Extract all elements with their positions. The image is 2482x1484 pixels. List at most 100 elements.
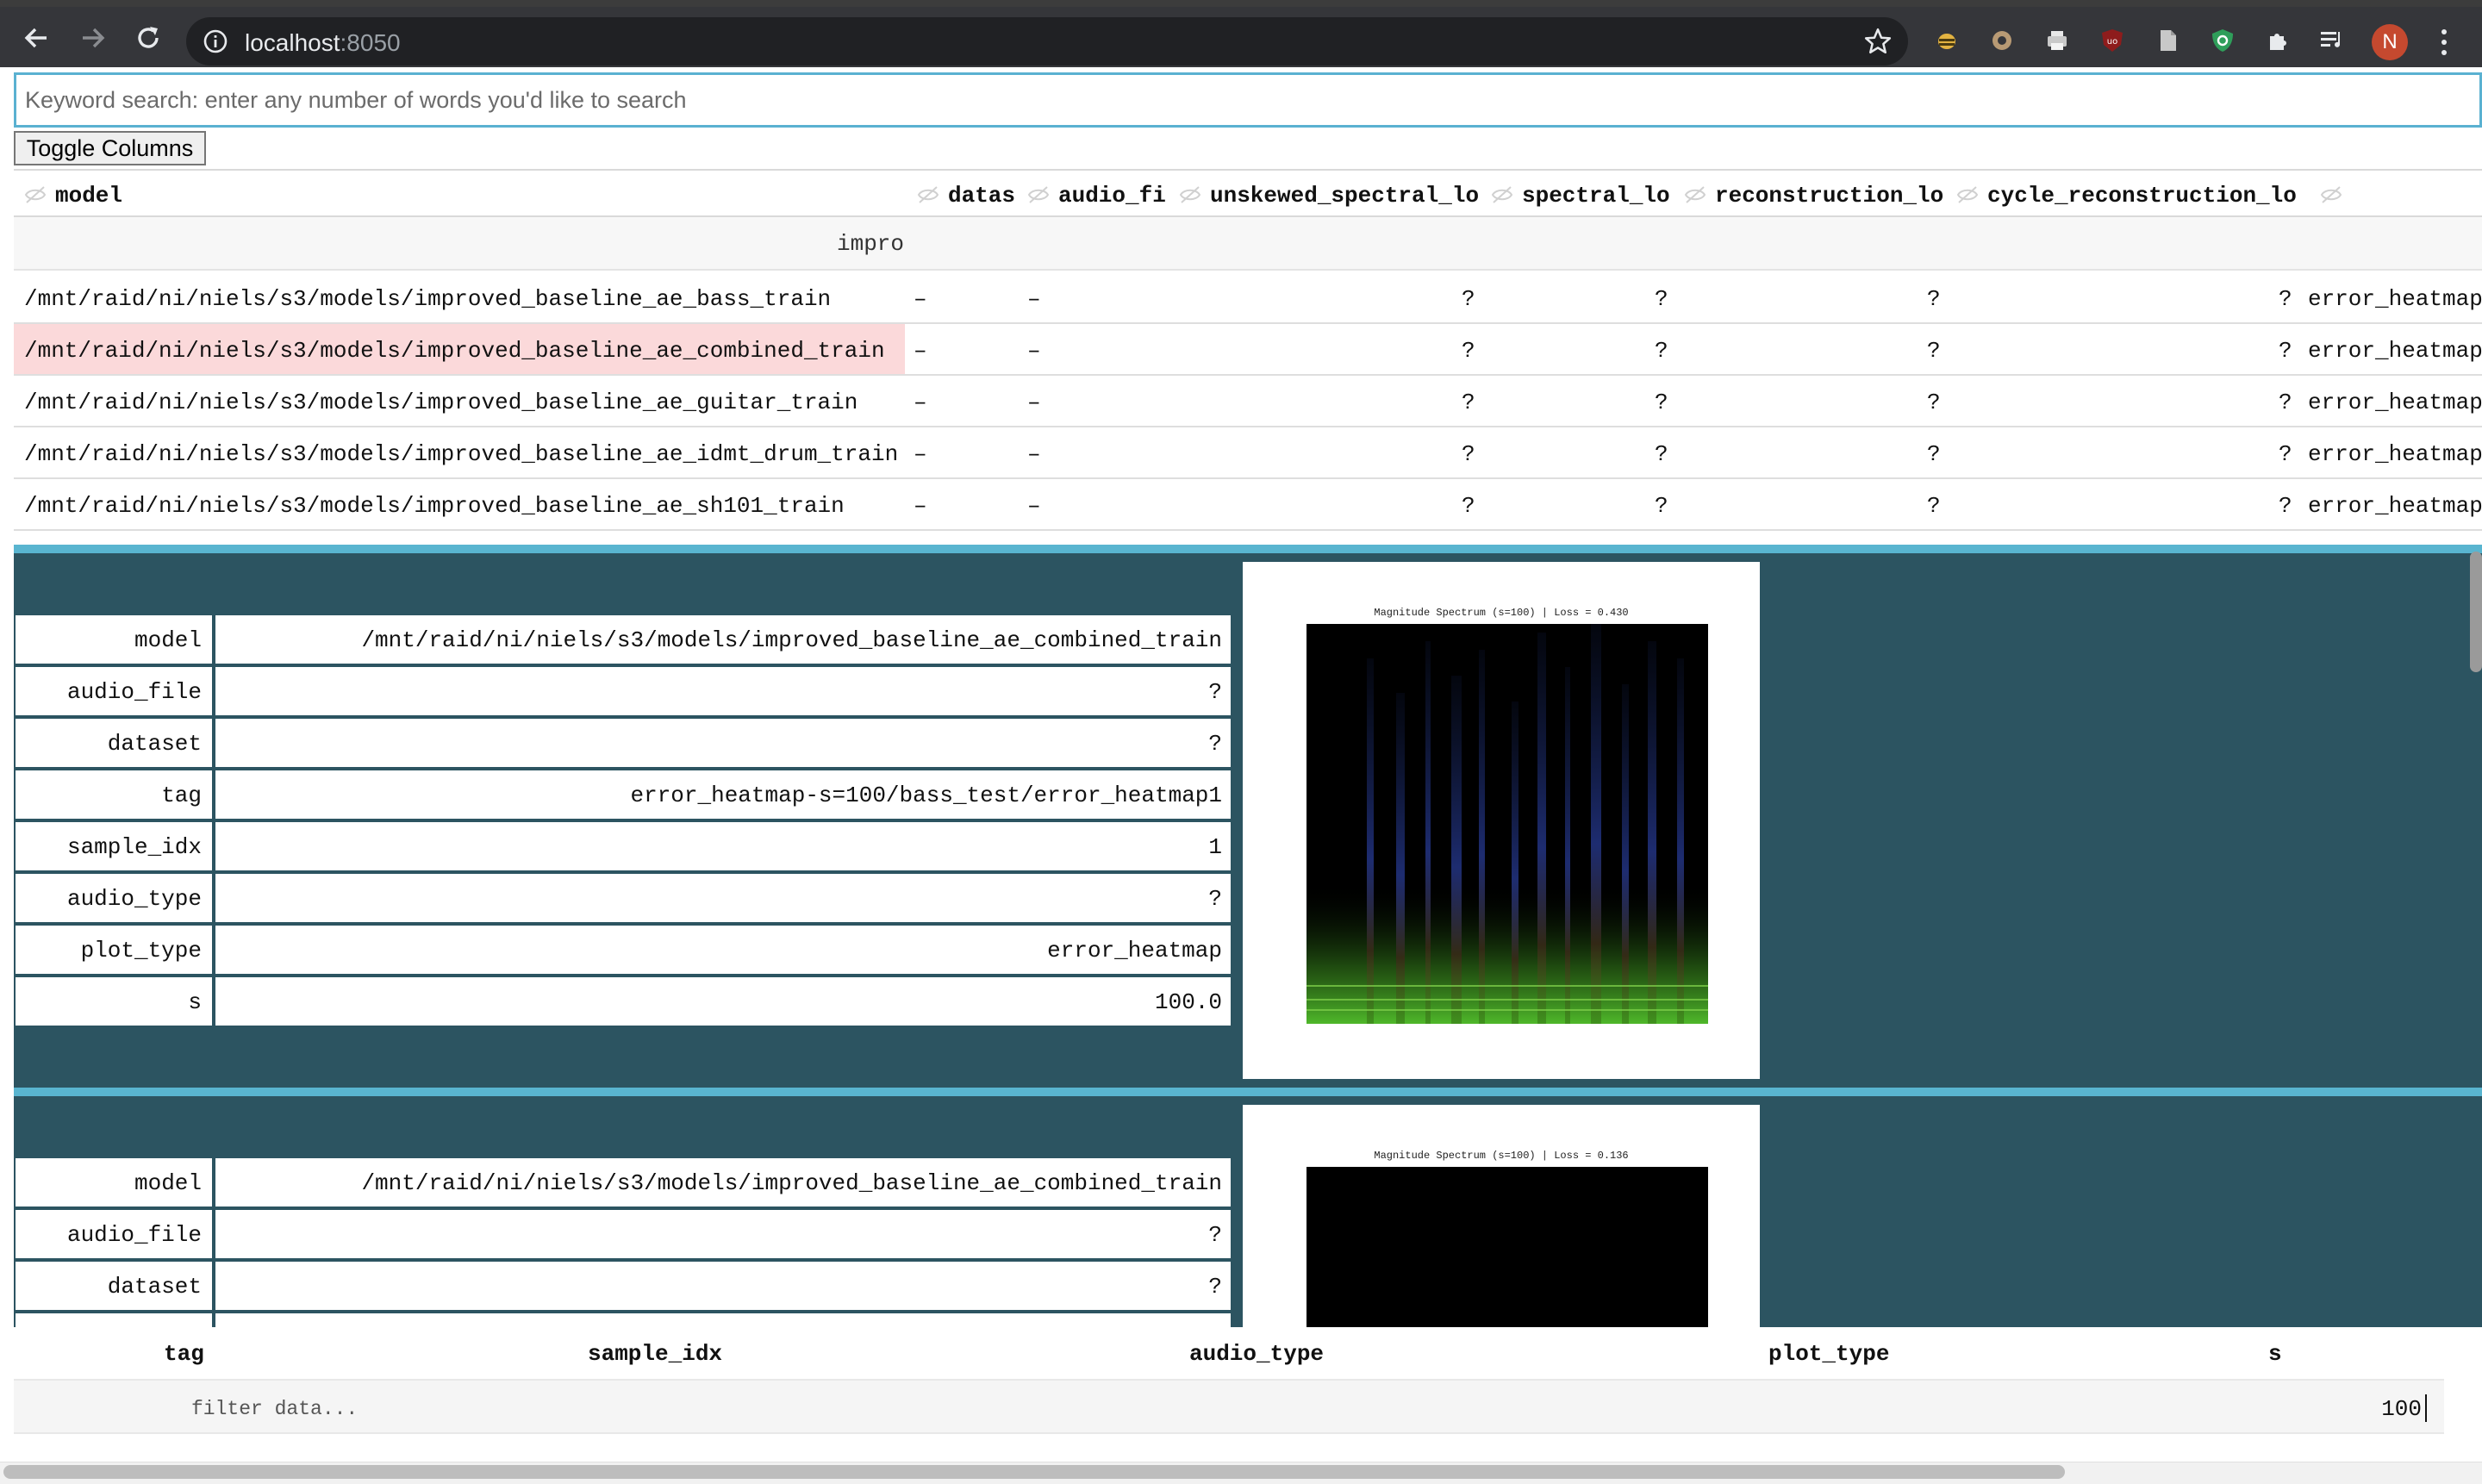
audio-file-cell[interactable]: –	[1027, 390, 1041, 415]
tag-cell[interactable]: error_heatmap	[2308, 286, 2482, 312]
extension-gear-icon[interactable]	[1987, 26, 2017, 55]
spectral-loss-cell[interactable]: ?	[1655, 390, 1668, 415]
column-header-s[interactable]: s	[2268, 1341, 2282, 1367]
tag-cell[interactable]: error_heatmap	[2308, 338, 2482, 364]
extension-bee-icon[interactable]	[1932, 26, 1961, 55]
column-header-dataset[interactable]: datas	[948, 183, 1015, 209]
column-header-audio-type[interactable]: audio_type	[1189, 1341, 1324, 1367]
tag-filter-input[interactable]: filter data...	[191, 1398, 358, 1420]
table-row[interactable]: /mnt/raid/ni/niels/s3/models/improved_ba…	[14, 376, 2482, 427]
cycle-reconstruction-loss-cell[interactable]: ?	[2279, 493, 2292, 519]
s-filter-input[interactable]: 100	[2381, 1396, 2422, 1422]
column-header-audio-file[interactable]: audio_fi	[1058, 183, 1166, 209]
dataset-cell[interactable]: –	[914, 390, 927, 415]
unskewed-spectral-loss-cell[interactable]: ?	[1462, 441, 1475, 467]
audio-file-cell[interactable]: –	[1027, 493, 1041, 519]
column-header-model[interactable]: model	[55, 183, 122, 209]
url-text[interactable]: localhost:8050	[245, 29, 401, 57]
reconstruction-loss-cell[interactable]: ?	[1927, 441, 1941, 467]
reload-icon	[138, 27, 159, 48]
column-header-spectral-loss[interactable]: spectral_lo	[1522, 183, 1670, 209]
column-header-reconstruction-loss[interactable]: reconstruction_lo	[1715, 183, 1943, 209]
unskewed-spectral-loss-cell[interactable]: ?	[1462, 493, 1475, 519]
unskewed-spectral-loss-cell[interactable]: ?	[1462, 286, 1475, 312]
reconstruction-loss-cell[interactable]: ?	[1927, 338, 1941, 364]
hide-column-icon[interactable]	[1684, 185, 1706, 204]
audio-file-cell[interactable]: –	[1027, 338, 1041, 364]
hide-column-icon[interactable]	[1179, 185, 1201, 204]
model-filter-input[interactable]: impro	[837, 231, 904, 257]
spectral-loss-cell[interactable]: ?	[1655, 286, 1668, 312]
dataset-cell[interactable]: –	[914, 493, 927, 519]
model-cell[interactable]: /mnt/raid/ni/niels/s3/models/improved_ba…	[24, 390, 857, 415]
more-menu-icon[interactable]	[2435, 24, 2453, 60]
spectrogram-heatmap	[1306, 624, 1708, 1024]
detail-key: model	[16, 1158, 212, 1207]
cycle-reconstruction-loss-cell[interactable]: ?	[2279, 286, 2292, 312]
table-row[interactable]: /mnt/raid/ni/niels/s3/models/improved_ba…	[14, 427, 2482, 479]
dataset-cell[interactable]: –	[914, 286, 927, 312]
profile-avatar[interactable]: N	[2372, 24, 2408, 60]
extension-printer-icon[interactable]	[2042, 26, 2072, 55]
model-cell[interactable]: /mnt/raid/ni/niels/s3/models/improved_ba…	[24, 493, 845, 519]
column-header-cycle-reconstruction-loss[interactable]: cycle_reconstruction_lo	[1987, 183, 2297, 209]
detail-row: dataset ?	[14, 1260, 1232, 1312]
star-icon[interactable]	[1863, 27, 1893, 56]
spectral-loss-cell[interactable]: ?	[1655, 493, 1668, 519]
column-header-sample-idx[interactable]: sample_idx	[588, 1341, 722, 1367]
media-queue-icon[interactable]	[2318, 26, 2348, 55]
spectrogram-image	[1306, 624, 1708, 1024]
detail-value: ?	[215, 1210, 1231, 1258]
dataset-cell[interactable]: –	[914, 441, 927, 467]
column-header-tag[interactable]: tag	[164, 1341, 204, 1367]
address-bar[interactable]: localhost:8050	[186, 17, 1908, 65]
unskewed-spectral-loss-cell[interactable]: ?	[1462, 390, 1475, 415]
reload-button[interactable]	[129, 19, 167, 57]
tag-cell[interactable]: error_heatmap	[2308, 493, 2482, 519]
audio-file-cell[interactable]: –	[1027, 286, 1041, 312]
spectral-loss-cell[interactable]: ?	[1655, 441, 1668, 467]
hide-column-icon[interactable]	[1956, 185, 1979, 204]
hide-column-icon[interactable]	[2320, 185, 2342, 204]
model-cell[interactable]: /mnt/raid/ni/niels/s3/models/improved_ba…	[24, 441, 898, 467]
cycle-reconstruction-loss-cell[interactable]: ?	[2279, 441, 2292, 467]
bottom-table-header: tag sample_idx audio_type plot_type s	[14, 1327, 2444, 1379]
extension-document-icon[interactable]	[2153, 26, 2182, 55]
extensions-puzzle-icon[interactable]	[2263, 26, 2292, 55]
hide-column-icon[interactable]	[917, 185, 939, 204]
tag-cell[interactable]: error_heatmap	[2308, 441, 2482, 467]
column-header-unskewed-spectral-loss[interactable]: unskewed_spectral_lo	[1210, 183, 1479, 209]
forward-button[interactable]	[74, 19, 112, 57]
model-cell[interactable]: /mnt/raid/ni/niels/s3/models/improved_ba…	[24, 338, 885, 364]
back-button[interactable]	[17, 19, 55, 57]
info-icon[interactable]	[202, 28, 229, 55]
reconstruction-loss-cell[interactable]: ?	[1927, 286, 1941, 312]
horizontal-scrollbar[interactable]	[3, 1465, 2065, 1479]
browser-toolbar: localhost:8050 uo N	[0, 7, 2482, 67]
table-row-selected[interactable]: /mnt/raid/ni/niels/s3/models/improved_ba…	[14, 324, 2482, 376]
table-row[interactable]: /mnt/raid/ni/niels/s3/models/improved_ba…	[14, 479, 2482, 531]
audio-file-cell[interactable]: –	[1027, 441, 1041, 467]
detail-key: audio_type	[16, 874, 212, 922]
reconstruction-loss-cell[interactable]: ?	[1927, 390, 1941, 415]
model-cell[interactable]: /mnt/raid/ni/niels/s3/models/improved_ba…	[24, 286, 831, 312]
extension-shield-icon[interactable]	[2208, 26, 2237, 55]
keyword-search-input[interactable]	[14, 72, 2482, 128]
dataset-cell[interactable]: –	[914, 338, 927, 364]
hide-column-icon[interactable]	[1027, 185, 1050, 204]
detail-key: plot_type	[16, 926, 212, 974]
cycle-reconstruction-loss-cell[interactable]: ?	[2279, 338, 2292, 364]
spectral-loss-cell[interactable]: ?	[1655, 338, 1668, 364]
table-row[interactable]: /mnt/raid/ni/niels/s3/models/improved_ba…	[14, 272, 2482, 324]
tag-cell[interactable]: error_heatmap	[2308, 390, 2482, 415]
hide-column-icon[interactable]	[1491, 185, 1513, 204]
extension-ublock-icon[interactable]: uo	[2098, 26, 2127, 55]
detail-panel: model /mnt/raid/ni/niels/s3/models/impro…	[14, 545, 2482, 1088]
reconstruction-loss-cell[interactable]: ?	[1927, 493, 1941, 519]
hide-column-icon[interactable]	[24, 185, 47, 204]
toggle-columns-button[interactable]: Toggle Columns	[14, 131, 206, 165]
column-header-plot-type[interactable]: plot_type	[1768, 1341, 1889, 1367]
vertical-scrollbar[interactable]	[2470, 552, 2482, 672]
cycle-reconstruction-loss-cell[interactable]: ?	[2279, 390, 2292, 415]
unskewed-spectral-loss-cell[interactable]: ?	[1462, 338, 1475, 364]
